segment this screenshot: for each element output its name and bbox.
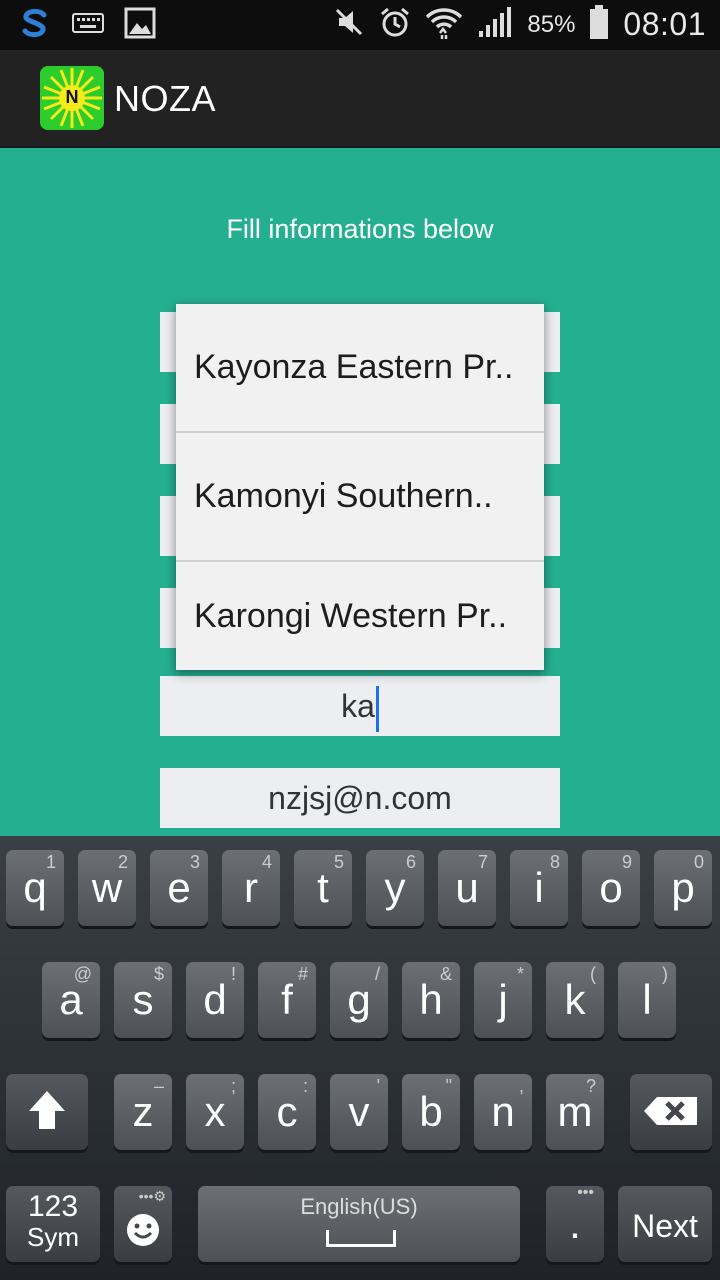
key-c[interactable]: c:: [258, 1074, 316, 1150]
battery-icon: [589, 4, 609, 45]
period-key[interactable]: ••• .: [546, 1184, 604, 1262]
space-bar-icon: [326, 1230, 396, 1247]
dropdown-item[interactable]: Kayonza Eastern Pr..: [176, 304, 544, 433]
district-input[interactable]: ka: [160, 676, 560, 736]
app-logo-icon[interactable]: N: [40, 66, 104, 130]
email-value: nzjsj@n.com: [268, 780, 452, 816]
key-x[interactable]: x;: [186, 1074, 244, 1150]
shift-icon: [27, 1089, 67, 1136]
autocomplete-dropdown: Kayonza Eastern Pr.. Kamonyi Southern.. …: [176, 304, 544, 670]
symbols-key-top: 123: [27, 1190, 79, 1223]
shift-key[interactable]: [6, 1074, 88, 1150]
form-prompt: Fill informations below: [226, 214, 494, 244]
district-value: ka: [341, 688, 375, 724]
key-a[interactable]: a @: [42, 962, 100, 1038]
key-p[interactable]: p0: [654, 850, 712, 926]
key-z[interactable]: z –: [114, 1074, 172, 1150]
backspace-icon: [643, 1096, 699, 1131]
key-v[interactable]: v ': [330, 1074, 388, 1150]
status-bar: 85% 08:01: [0, 0, 720, 50]
symbols-key[interactable]: 123 Sym: [6, 1186, 100, 1262]
s-app-icon: [18, 6, 52, 45]
next-key[interactable]: Next: [618, 1186, 712, 1262]
battery-percent: 85%: [527, 10, 576, 38]
mute-icon: [333, 6, 365, 43]
smiley-icon: [125, 1212, 161, 1253]
key-m[interactable]: m?: [546, 1074, 604, 1150]
image-icon: [124, 7, 156, 44]
app-title: NOZA: [114, 78, 217, 119]
next-label: Next: [632, 1208, 698, 1244]
soft-keyboard: q1 w2 e3 r4 t5 y6 u7 i8 o9 p0 a @ s $ d! f…: [0, 836, 720, 1280]
key-h[interactable]: h &: [402, 962, 460, 1038]
symbols-key-bottom: Sym: [27, 1222, 79, 1252]
key-j[interactable]: j *: [474, 962, 532, 1038]
key-n[interactable]: n,: [474, 1074, 532, 1150]
text-cursor: [375, 685, 379, 732]
period-label: .: [569, 1200, 581, 1247]
key-y[interactable]: y6: [366, 850, 424, 926]
dropdown-item[interactable]: Kamonyi Southern..: [176, 433, 544, 562]
email-field[interactable]: nzjsj@n.com: [160, 768, 560, 828]
key-o[interactable]: o9: [582, 850, 640, 926]
key-t[interactable]: t5: [294, 850, 352, 926]
key-q[interactable]: q1: [6, 850, 64, 926]
key-k[interactable]: k(: [546, 962, 604, 1038]
key-r[interactable]: r4: [222, 850, 280, 926]
key-g[interactable]: g /: [330, 962, 388, 1038]
emoji-key[interactable]: •••⚙: [114, 1186, 172, 1262]
settings-dots-icon: •••⚙: [138, 1188, 166, 1204]
signal-icon: [477, 5, 513, 44]
space-language: English(US): [300, 1194, 418, 1219]
clock: 08:01: [623, 6, 706, 42]
keyboard-icon: [72, 12, 104, 39]
key-b[interactable]: b ": [402, 1074, 460, 1150]
wifi-icon: [425, 5, 463, 44]
key-e[interactable]: e3: [150, 850, 208, 926]
backspace-key[interactable]: [630, 1074, 712, 1150]
key-u[interactable]: u7: [438, 850, 496, 926]
alarm-icon: [379, 6, 411, 43]
action-bar: N NOZA: [0, 50, 720, 148]
dropdown-item[interactable]: Karongi Western Pr..: [176, 562, 544, 670]
key-s[interactable]: s $: [114, 962, 172, 1038]
key-w[interactable]: w2: [78, 850, 136, 926]
key-f[interactable]: f #: [258, 962, 316, 1038]
logo-letter: N: [65, 87, 79, 107]
key-l[interactable]: l): [618, 962, 676, 1038]
key-d[interactable]: d!: [186, 962, 244, 1038]
key-i[interactable]: i8: [510, 850, 568, 926]
space-key[interactable]: English(US): [198, 1186, 520, 1262]
